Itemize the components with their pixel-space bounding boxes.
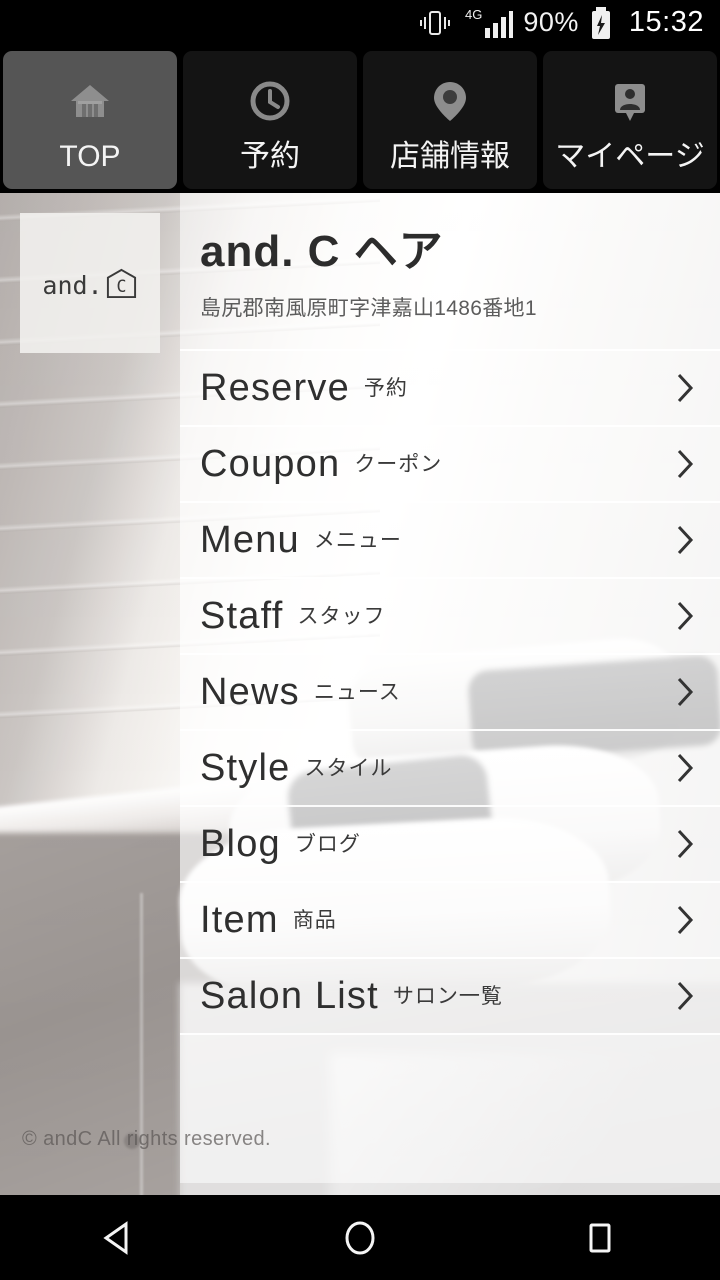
menu-item-reserve[interactable]: Reserve 予約 — [180, 349, 720, 425]
contact-badge-icon — [603, 74, 657, 128]
tab-label: TOP — [59, 140, 121, 173]
vibrate-icon — [417, 9, 453, 37]
salon-address: 島尻郡南風原町字津嘉山1486番地1 — [200, 296, 537, 320]
main-menu-list: Reserve 予約 Coupon クーポン Menu メニュー Staff ス… — [180, 349, 720, 1183]
house-outline-icon: C — [105, 267, 138, 300]
menu-item-blog[interactable]: Blog ブログ — [180, 805, 720, 881]
clock-icon — [243, 74, 297, 128]
menu-item-label-en: Staff — [200, 595, 284, 637]
chevron-right-icon — [672, 750, 698, 786]
menu-item-label-en: Menu — [200, 519, 300, 561]
android-nav-bar — [0, 1195, 720, 1280]
menu-item-label-en: Reserve — [200, 367, 350, 409]
recents-square-icon[interactable] — [540, 1195, 660, 1280]
menu-item-label-ja: 予約 — [363, 376, 408, 400]
menu-item-label-ja: ブログ — [294, 832, 361, 856]
tab-label: マイページ — [555, 140, 705, 173]
menu-item-label-en: Item — [200, 899, 279, 941]
svg-text:4G: 4G — [465, 7, 482, 22]
chevron-right-icon — [672, 598, 698, 634]
menu-item-label-ja: メニュー — [313, 528, 402, 552]
battery-percent-label: 90% — [523, 7, 579, 37]
map-pin-icon — [423, 74, 477, 128]
menu-item-staff[interactable]: Staff スタッフ — [180, 577, 720, 653]
menu-item-label-en: News — [200, 671, 300, 713]
chevron-right-icon — [672, 978, 698, 1014]
menu-item-salon-list[interactable]: Salon List サロン一覧 — [180, 957, 720, 1033]
back-triangle-icon[interactable] — [60, 1195, 180, 1280]
menu-item-label-en: Blog — [200, 823, 281, 865]
menu-item-label-ja: 商品 — [292, 908, 337, 932]
menu-item-label-en: Coupon — [200, 443, 341, 485]
svg-text:C: C — [116, 277, 126, 296]
phone-screen: and. C ヘア 島尻郡南風原町字津嘉山1486番地1 Reserve 予約 … — [0, 0, 720, 1280]
page-title: and. C ヘア — [200, 227, 444, 276]
logo-text: and. — [42, 270, 103, 300]
chevron-right-icon — [672, 522, 698, 558]
chevron-right-icon — [672, 902, 698, 938]
menu-item-news[interactable]: News ニュース — [180, 653, 720, 729]
tab-store-info[interactable]: 店舗情報 — [363, 51, 537, 189]
chevron-right-icon — [672, 370, 698, 406]
top-tab-bar: TOP 予約 店舗情報 マイページ — [0, 45, 720, 193]
menu-item-label-ja: クーポン — [354, 452, 443, 476]
battery-charging-icon — [589, 6, 613, 40]
home-circle-icon[interactable] — [300, 1195, 420, 1280]
tab-label: 店舗情報 — [390, 140, 510, 173]
chevron-right-icon — [672, 826, 698, 862]
content-panel: and. C ヘア 島尻郡南風原町字津嘉山1486番地1 Reserve 予約 … — [180, 193, 720, 1195]
menu-item-label-en: Salon List — [200, 975, 379, 1017]
tab-my-page[interactable]: マイページ — [543, 51, 717, 189]
menu-item-label-en: Style — [200, 747, 291, 789]
chevron-right-icon — [672, 446, 698, 482]
chevron-right-icon — [672, 674, 698, 710]
menu-item-label-ja: スタッフ — [297, 604, 386, 628]
menu-item-style[interactable]: Style スタイル — [180, 729, 720, 805]
menu-item-label-ja: ニュース — [313, 680, 401, 704]
home-icon — [63, 74, 117, 128]
tab-label: 予約 — [240, 140, 300, 173]
menu-item-menu[interactable]: Menu メニュー — [180, 501, 720, 577]
menu-item-coupon[interactable]: Coupon クーポン — [180, 425, 720, 501]
status-bar: 4G 90% 15:32 — [0, 0, 720, 45]
tab-top[interactable]: TOP — [3, 51, 177, 189]
signal-bars-icon: 4G — [463, 6, 514, 40]
tab-reservation[interactable]: 予約 — [183, 51, 357, 189]
menu-item-item[interactable]: Item 商品 — [180, 881, 720, 957]
salon-logo: and. C — [20, 213, 160, 353]
menu-item-label-ja: サロン一覧 — [392, 984, 503, 1008]
panel-bottom-spacer — [180, 1033, 720, 1183]
footer-copyright: © andC All rights reserved. — [22, 1128, 271, 1150]
salon-header: and. C ヘア 島尻郡南風原町字津嘉山1486番地1 — [180, 193, 720, 349]
clock-label: 15:32 — [628, 6, 704, 38]
menu-item-label-ja: スタイル — [304, 756, 393, 780]
